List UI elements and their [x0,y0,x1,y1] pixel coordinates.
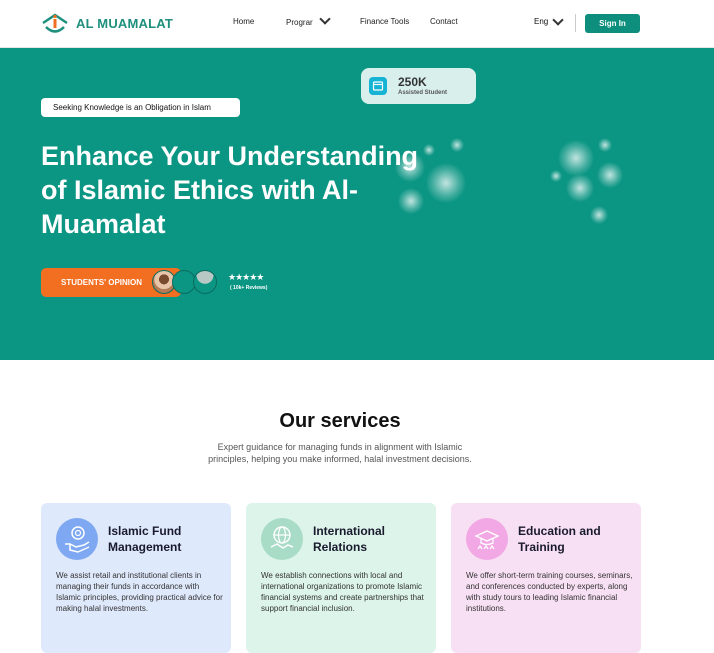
service-card-education-training[interactable]: Education and Training We offer short-te… [451,503,641,653]
card-description: We offer short-term training courses, se… [466,571,633,613]
hero-section: Seeking Knowledge is an Obligation in Is… [0,48,714,360]
hero-title: Enhance Your Understanding of Islamic Et… [41,141,419,239]
decorative-bubble [597,162,623,188]
chevron-down-icon [552,13,564,26]
card-description: We establish connections with local and … [261,571,424,613]
hero-tagline: Seeking Knowledge is an Obligation in Is… [41,98,240,117]
nav-programs[interactable]: Prograr [286,13,331,27]
decorative-bubble [450,138,464,152]
calendar-icon [369,77,387,95]
language-selector[interactable]: Eng [534,13,564,26]
decorative-bubble [598,138,612,152]
service-card-fund-management[interactable]: Islamic Fund Management We assist retail… [41,503,231,653]
service-card-international-relations[interactable]: International Relations We establish con… [246,503,436,653]
sign-in-button[interactable]: Sign In [585,14,640,33]
globe-handshake-icon [261,518,303,560]
card-title: International Relations [313,524,386,554]
services-subtitle: Expert guidance for managing funds in al… [208,442,472,464]
decorative-bubble [550,170,562,182]
stat-label: Assisted Student [398,90,448,96]
avatar[interactable] [193,270,217,294]
brand-name: AL MUAMALAT [76,15,174,31]
nav-contact[interactable]: Contact [430,17,458,26]
stat-value: 250K [398,75,427,89]
rating: ★★★★★ ( 10k+ Reviews) [228,272,267,291]
star-rating-icon: ★★★★★ [228,272,264,282]
decorative-bubble [558,140,594,176]
stat-card: 250K Assisted Student [361,68,476,104]
logo[interactable]: AL MUAMALAT [40,9,173,37]
decorative-bubble [590,206,608,224]
chevron-down-icon [319,13,331,25]
decorative-bubble [566,174,594,202]
nav-programs-label: Prograr [286,18,313,27]
header-divider [575,14,576,32]
reviews-count: ( 10k+ Reviews) [230,285,268,291]
nav-finance-tools[interactable]: Finance Tools [360,17,409,26]
nav-home[interactable]: Home [233,17,254,26]
graduation-cap-icon [466,518,508,560]
logo-icon [42,13,68,33]
services-title: Our services [279,410,401,432]
language-label: Eng [534,17,549,26]
site-header: AL MUAMALAT Home Prograr Finance Tools C… [0,0,714,48]
card-description: We assist retail and institutional clien… [56,571,223,613]
card-title: Education and Training [518,524,601,554]
hand-coin-icon [56,518,98,560]
card-title: Islamic Fund Management [108,524,182,554]
